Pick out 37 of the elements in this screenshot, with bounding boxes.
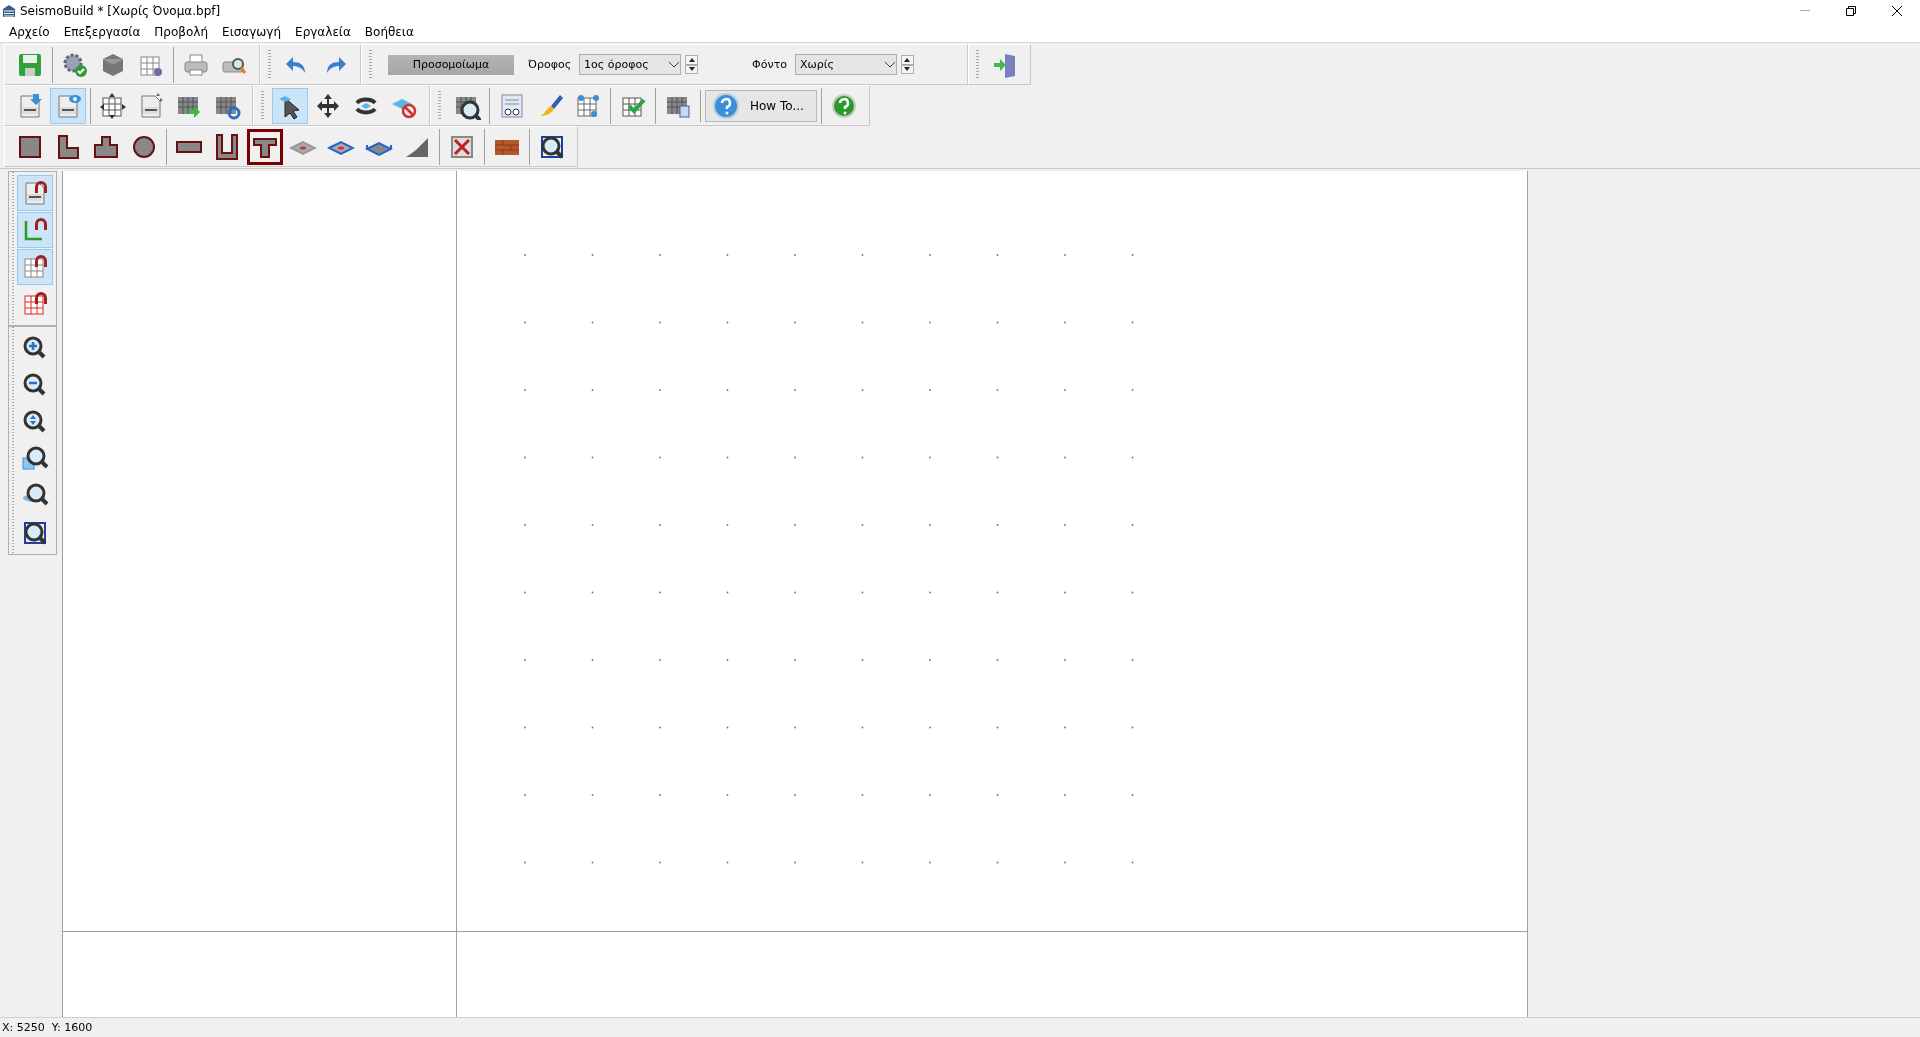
help-question-icon bbox=[712, 91, 740, 120]
spin-up-button[interactable] bbox=[901, 55, 914, 65]
menu-item[interactable]: Εισαγωγή bbox=[215, 25, 289, 39]
menu-item[interactable]: Αρχείο bbox=[2, 25, 57, 39]
spin-down-button[interactable] bbox=[685, 64, 699, 74]
minimize-icon bbox=[1800, 10, 1810, 12]
up-triangle-icon bbox=[904, 57, 911, 62]
field-label: Φόντο bbox=[752, 58, 787, 71]
chevron-down-icon bbox=[884, 60, 896, 69]
dotted-grid-magnet-icon bbox=[21, 290, 49, 318]
zoom-window-icon bbox=[21, 445, 49, 473]
grid-magnet-icon bbox=[21, 253, 49, 281]
window-title: SeismoBuild * [Χωρίς Όνομα.bpf] bbox=[20, 4, 221, 18]
close-icon bbox=[1892, 6, 1902, 16]
dropdown[interactable]: 1ος όροφος bbox=[579, 54, 682, 75]
field-label: Όροφος bbox=[528, 58, 572, 71]
help-question-icon bbox=[830, 91, 858, 120]
zoom-frame-icon bbox=[21, 519, 49, 547]
restore-icon bbox=[1846, 6, 1856, 16]
menu-item[interactable]: Επεξεργασία bbox=[56, 25, 148, 39]
down-triangle-icon bbox=[904, 67, 911, 72]
menu-item[interactable]: Προβολή bbox=[147, 25, 216, 39]
spin-up-button[interactable] bbox=[685, 55, 699, 65]
how-to-button[interactable]: How To... bbox=[705, 89, 817, 122]
menu-item[interactable]: Βοήθεια bbox=[357, 25, 421, 39]
model-button[interactable]: Προσομοίωμα bbox=[388, 54, 514, 75]
grid-arrows-icon bbox=[99, 91, 127, 120]
u-wall-icon bbox=[213, 132, 241, 161]
down-triangle-icon bbox=[688, 67, 695, 72]
menu-item[interactable]: Εργαλεία bbox=[288, 25, 358, 39]
document-glasses-icon bbox=[498, 91, 526, 120]
dropdown[interactable]: Χωρίς bbox=[795, 54, 897, 75]
chevron-down-icon bbox=[668, 60, 681, 69]
toolbar-button[interactable] bbox=[247, 128, 283, 165]
spin-down-button[interactable] bbox=[901, 64, 914, 74]
coordinates-readout: X: 5250 Y: 1600 bbox=[2, 1021, 93, 1034]
up-triangle-icon bbox=[688, 57, 695, 62]
